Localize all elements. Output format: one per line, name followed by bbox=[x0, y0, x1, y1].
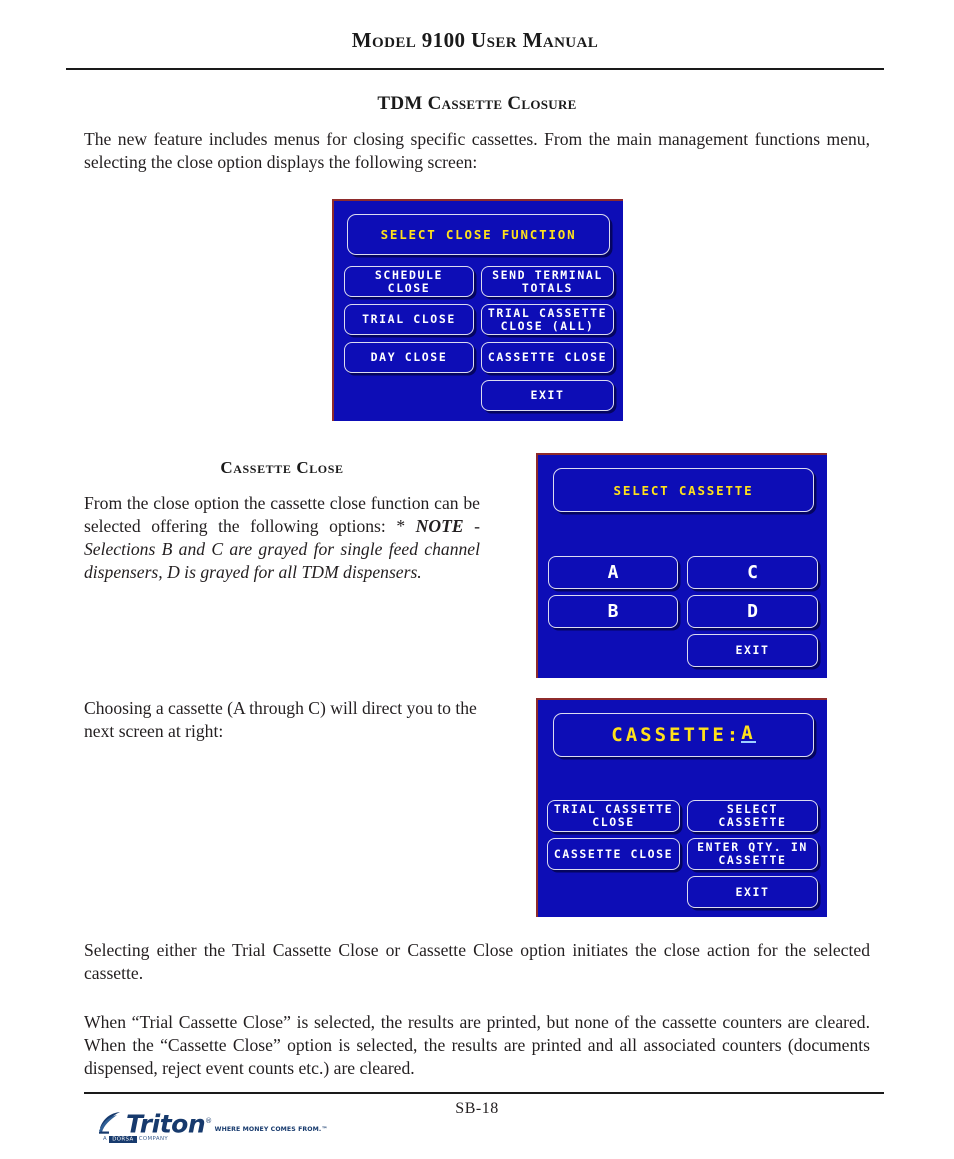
screen3-button-select-cassette[interactable]: SELECT CASSETTE bbox=[687, 800, 818, 832]
parent-prefix: A bbox=[103, 1136, 108, 1142]
paragraph-when-trial-cassette-close: When “Trial Cassette Close” is selected,… bbox=[84, 1012, 870, 1078]
triton-wordmark: Triton® bbox=[126, 1109, 212, 1139]
screen1-title: SELECT CLOSE FUNCTION bbox=[347, 214, 610, 255]
screen1-button-trial-close[interactable]: TRIAL CLOSE bbox=[344, 304, 474, 335]
paragraph-close-option: From the close option the cassette close… bbox=[84, 492, 480, 584]
note-label: NOTE bbox=[415, 516, 464, 536]
screen2-button-exit[interactable]: EXIT bbox=[687, 634, 818, 667]
screen3-title-label: CASSETTE: bbox=[611, 723, 742, 746]
parent-brand: DORSA bbox=[109, 1135, 137, 1143]
paragraph-intro: The new feature includes menus for closi… bbox=[84, 129, 870, 172]
screen1-button-cassette-close[interactable]: CASSETTE CLOSE bbox=[481, 342, 614, 373]
screen1-button-schedule-close[interactable]: SCHEDULE CLOSE bbox=[344, 266, 474, 297]
manual-title: Model 9100 User Manual bbox=[351, 28, 599, 52]
paragraph-choosing-cassette: Choosing a cassette (A through C) will d… bbox=[84, 698, 477, 741]
triton-swoosh-icon bbox=[99, 1112, 120, 1135]
screen1-button-exit[interactable]: EXIT bbox=[481, 380, 614, 411]
header-divider bbox=[66, 68, 884, 70]
screen3-button-cassette-close[interactable]: CASSETTE CLOSE bbox=[547, 838, 680, 870]
screen3-button-exit[interactable]: EXIT bbox=[687, 876, 818, 908]
triton-logo: Triton® WHERE MONEY COMES FROM.™ bbox=[97, 1109, 328, 1136]
screen1-button-day-close[interactable]: DAY CLOSE bbox=[344, 342, 474, 373]
registered-mark: ® bbox=[205, 1117, 212, 1125]
triton-tagline: WHERE MONEY COMES FROM.™ bbox=[214, 1126, 328, 1134]
section-title-cassette-close: Cassette Close bbox=[220, 458, 344, 477]
atm-screen-cassette-a: CASSETTE: A TRIAL CASSETTE CLOSE SELECT C… bbox=[536, 698, 827, 917]
screen2-title: SELECT CASSETTE bbox=[553, 468, 814, 512]
screen3-title: CASSETTE: A bbox=[553, 713, 814, 757]
screen2-button-cassette-b[interactable]: B bbox=[548, 595, 678, 628]
paragraph-selecting-close: Selecting either the Trial Cassette Clos… bbox=[84, 940, 870, 983]
triton-parent-company: A DORSA COMPANY bbox=[103, 1135, 169, 1143]
screen1-button-trial-cassette-close-all[interactable]: TRIAL CASSETTE CLOSE (ALL) bbox=[481, 304, 614, 335]
running-header: Model 9100 User Manual bbox=[66, 28, 884, 53]
parent-suffix: COMPANY bbox=[138, 1136, 169, 1142]
screen3-button-enter-qty[interactable]: ENTER QTY. IN CASSETTE bbox=[687, 838, 818, 870]
manual-page: Model 9100 User Manual TDM Cassette Clos… bbox=[0, 0, 954, 1159]
screen2-button-cassette-c[interactable]: C bbox=[687, 556, 818, 589]
atm-screen-select-close-function: SELECT CLOSE FUNCTION SCHEDULE CLOSE SEN… bbox=[332, 199, 623, 421]
screen1-button-send-terminal-totals[interactable]: SEND TERMINAL TOTALS bbox=[481, 266, 614, 297]
atm-screen-select-cassette: SELECT CASSETTE A C B D EXIT bbox=[536, 453, 827, 678]
section-title-tdm-cassette-closure: TDM Cassette Closure bbox=[377, 93, 577, 114]
screen3-button-trial-cassette-close[interactable]: TRIAL CASSETTE CLOSE bbox=[547, 800, 680, 832]
screen2-button-cassette-d[interactable]: D bbox=[687, 595, 818, 628]
screen2-button-cassette-a[interactable]: A bbox=[548, 556, 678, 589]
screen3-title-selected-cassette: A bbox=[741, 722, 756, 744]
footer-divider bbox=[84, 1092, 884, 1094]
